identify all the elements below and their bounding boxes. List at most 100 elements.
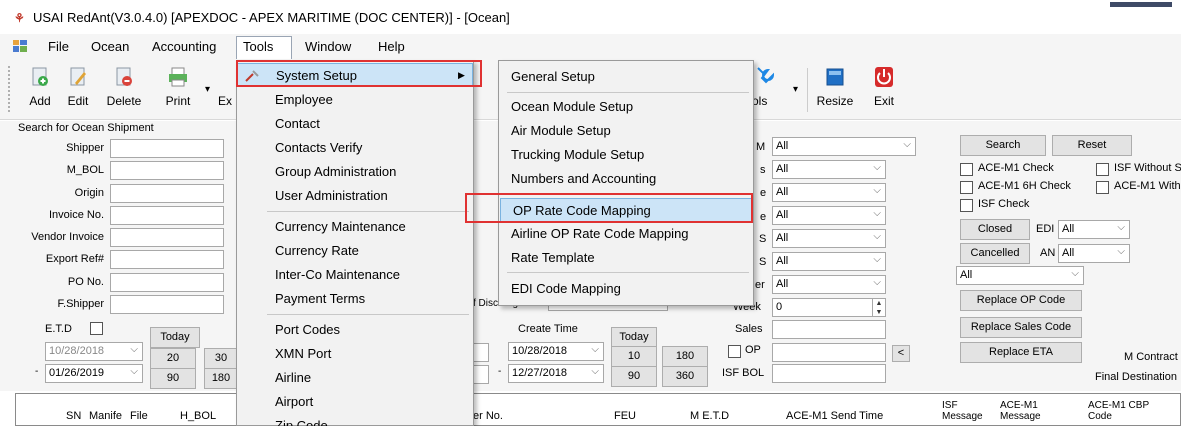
vendor-invoice-input[interactable] <box>110 228 224 247</box>
search-button[interactable]: Search <box>960 135 1046 156</box>
col-container-no[interactable]: er No. <box>473 410 503 422</box>
export-button[interactable]: Ex <box>218 62 236 116</box>
menu-item-port-codes[interactable]: Port Codes <box>237 318 473 342</box>
col-sn[interactable]: SN <box>66 410 81 422</box>
closed-button[interactable]: Closed <box>960 219 1030 240</box>
menu-item-xmn-port[interactable]: XMN Port <box>237 342 473 366</box>
ace-m1-check-checkbox[interactable] <box>960 163 973 176</box>
submenu-item-trucking-module-setup[interactable]: Trucking Module Setup <box>499 143 753 167</box>
col-feu[interactable]: FEU <box>614 410 636 422</box>
etd-today-button[interactable]: Today <box>150 327 200 348</box>
tools-button[interactable]: ols <box>748 62 790 116</box>
combo-7[interactable]: All ⌵ <box>772 275 886 294</box>
replace-op-code-button[interactable]: Replace OP Code <box>960 290 1082 311</box>
exit-button[interactable]: Exit <box>866 62 902 116</box>
menu-ocean[interactable]: Ocean <box>91 39 129 54</box>
create-360-button[interactable]: 360 <box>662 366 708 387</box>
m-bol-input[interactable] <box>110 161 224 180</box>
submenu-item-edi-code-mapping[interactable]: EDI Code Mapping <box>499 277 753 301</box>
etd-30-button[interactable]: 30 <box>204 348 238 369</box>
edi-select[interactable]: All ⌵ <box>1058 220 1130 239</box>
combo-5[interactable]: All ⌵ <box>772 229 886 248</box>
isf-without-checkbox[interactable] <box>1096 163 1109 176</box>
combo-6[interactable]: All ⌵ <box>772 252 886 271</box>
delete-button[interactable]: Delete <box>101 62 147 116</box>
etd-90-button[interactable]: 90 <box>150 368 196 389</box>
etd-checkbox[interactable] <box>90 322 103 335</box>
menu-help[interactable]: Help <box>378 39 405 54</box>
create-180-button[interactable]: 180 <box>662 346 708 367</box>
create-from-date[interactable]: 10/28/2018 ⌵ <box>508 342 604 361</box>
submenu-item-ocean-module-setup[interactable]: Ocean Module Setup <box>499 95 753 119</box>
col-ace-m1-send-time[interactable]: ACE-M1 Send Time <box>786 410 883 422</box>
isf-check-checkbox[interactable] <box>960 199 973 212</box>
print-button[interactable]: Print <box>160 62 196 116</box>
mdi-window-icon[interactable] <box>13 40 27 52</box>
etd-20-button[interactable]: 20 <box>150 348 196 369</box>
toolbar-grip[interactable] <box>8 66 11 112</box>
combo-1[interactable]: All ⌵ <box>772 137 916 156</box>
sales-input[interactable] <box>772 320 886 339</box>
edit-button[interactable]: Edit <box>60 62 96 116</box>
replace-sales-code-button[interactable]: Replace Sales Code <box>960 317 1082 338</box>
resize-button[interactable]: Resize <box>812 62 858 116</box>
etd-180-button[interactable]: 180 <box>204 368 238 389</box>
combo-4[interactable]: All ⌵ <box>772 206 886 225</box>
menu-accounting[interactable]: Accounting <box>152 39 216 54</box>
combo-3[interactable]: All ⌵ <box>772 183 886 202</box>
menu-item-currency-maintenance[interactable]: Currency Maintenance <box>237 215 473 239</box>
col-isf-message[interactable]: ISF Message <box>942 400 983 422</box>
create-90-button[interactable]: 90 <box>611 366 657 387</box>
submenu-item-numbers-and-accounting[interactable]: Numbers and Accounting <box>499 167 753 191</box>
week-stepper-icon[interactable]: ▲ ▼ <box>872 299 885 316</box>
create-10-button[interactable]: 10 <box>611 346 657 367</box>
tools-dropdown-arrow-icon[interactable]: ▾ <box>793 84 798 95</box>
submenu-item-rate-template[interactable]: Rate Template <box>499 246 753 270</box>
etd-from-date[interactable]: 10/28/2018 ⌵ <box>45 342 143 361</box>
origin-input[interactable] <box>110 184 224 203</box>
partial-input-a[interactable] <box>473 343 489 362</box>
menu-item-employee[interactable]: Employee <box>237 88 473 112</box>
ace-m1-with-checkbox[interactable] <box>1096 181 1109 194</box>
menu-item-contacts-verify[interactable]: Contacts Verify <box>237 136 473 160</box>
all-select[interactable]: All ⌵ <box>956 266 1084 285</box>
menu-window[interactable]: Window <box>305 39 351 54</box>
create-to-date[interactable]: 12/27/2018 ⌵ <box>508 364 604 383</box>
col-ace-m1-cbp-code[interactable]: ACE-M1 CBP Code <box>1088 400 1149 422</box>
col-m-etd[interactable]: M E.T.D <box>690 410 729 422</box>
col-h-bol[interactable]: H_BOL <box>180 410 216 422</box>
menu-tools[interactable]: Tools <box>243 39 273 54</box>
menu-item-currency-rate[interactable]: Currency Rate <box>237 239 473 263</box>
menu-item-payment-terms[interactable]: Payment Terms <box>237 287 473 311</box>
submenu-item-airline-op-rate-code-mapping[interactable]: Airline OP Rate Code Mapping <box>499 222 753 246</box>
col-ace-m1-message[interactable]: ACE-M1 Message <box>1000 400 1041 422</box>
reset-button[interactable]: Reset <box>1052 135 1132 156</box>
menu-item-contact[interactable]: Contact <box>237 112 473 136</box>
menu-item-user-administration[interactable]: User Administration <box>237 184 473 208</box>
menu-item-airport[interactable]: Airport <box>237 390 473 414</box>
po-no-input[interactable] <box>110 273 224 292</box>
invoice-no-input[interactable] <box>110 206 224 225</box>
submenu-item-air-module-setup[interactable]: Air Module Setup <box>499 119 753 143</box>
col-file[interactable]: File <box>130 410 148 422</box>
an-select[interactable]: All ⌵ <box>1058 244 1130 263</box>
op-checkbox[interactable] <box>728 345 741 358</box>
add-button[interactable]: Add <box>22 62 58 116</box>
create-today-button[interactable]: Today <box>611 327 657 348</box>
shipper-input[interactable] <box>110 139 224 158</box>
print-dropdown-arrow-icon[interactable]: ▾ <box>205 84 210 95</box>
replace-eta-button[interactable]: Replace ETA <box>960 342 1082 363</box>
menu-file[interactable]: File <box>48 39 69 54</box>
export-ref-input[interactable] <box>110 250 224 269</box>
scroll-left-button[interactable]: < <box>892 345 910 362</box>
isf-bol-input[interactable] <box>772 364 886 383</box>
f-shipper-input[interactable] <box>110 295 224 314</box>
menu-item-inter-co-maintenance[interactable]: Inter-Co Maintenance <box>237 263 473 287</box>
col-manifest[interactable]: Manife <box>89 410 122 422</box>
etd-to-date[interactable]: 01/26/2019 ⌵ <box>45 364 143 383</box>
cancelled-button[interactable]: Cancelled <box>960 243 1030 264</box>
week-input[interactable]: 0 ▲ ▼ <box>772 298 886 317</box>
submenu-item-general-setup[interactable]: General Setup <box>499 65 753 89</box>
ace-m1-6h-checkbox[interactable] <box>960 181 973 194</box>
combo-2[interactable]: All ⌵ <box>772 160 886 179</box>
